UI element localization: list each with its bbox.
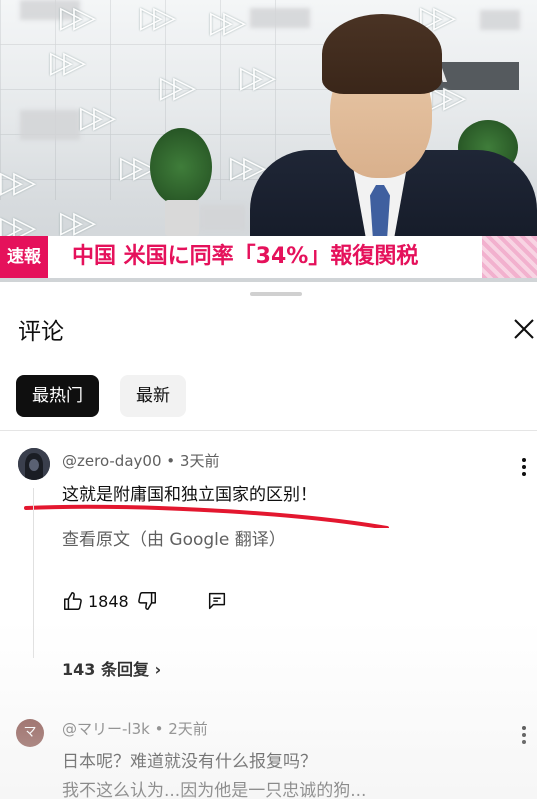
plant [150,128,212,206]
comment-text: 日本呢？难道就没有什么报复吗？ [62,752,317,772]
comment-author[interactable]: @zero-day00 [62,452,162,470]
avatar[interactable]: マ [16,719,44,747]
dislike-button[interactable] [136,590,158,612]
chevron-arrows-icon: ▷▷ [0,165,36,200]
avatar-letter: マ [23,725,37,740]
chevron-arrows-icon: ▷▷ [50,45,86,80]
plant-pot [165,200,199,236]
chevron-arrows-icon: ▷▷ [140,0,176,35]
meta-dot: • [166,452,180,470]
view-replies-button[interactable]: 143 条回复 › [62,656,161,680]
comment-time: 2天前 [168,720,208,738]
chevron-arrows-icon: ▷▷ [160,70,196,105]
chevron-arrows-icon: ▷▷ [240,60,276,95]
video-player[interactable]: DEMA ▷▷ ▷▷ ▷▷ ▷▷ ▷▷ ▷▷ ▷▷ ▷▷ ▷▷ ▷▷ ▷▷ ▷▷… [0,0,537,287]
avatar[interactable] [18,448,50,480]
chevron-arrows-icon: ▷▷ [60,0,96,35]
blurred-area [250,8,310,28]
replies-count: 143 条回复 [62,660,149,679]
chevron-arrows-icon: ▷▷ [60,205,96,240]
comment-author-line: @zero-day00 • 3天前 [62,450,219,471]
breaking-news-tag: 速報 [0,236,48,278]
meta-dot: • [154,720,169,738]
chevron-arrows-icon: ▷▷ [230,150,266,185]
chevron-arrows-icon: ▷▷ [120,150,156,185]
blurred-area [200,205,245,230]
tab-newest[interactable]: 最新 [120,375,186,417]
thumbs-down-icon [138,592,156,610]
chevron-arrows-icon: ▷▷ [210,5,246,40]
more-options-icon[interactable] [522,726,526,747]
tab-top-comments[interactable]: 最热门 [16,375,99,417]
hooded-figure-icon [18,448,50,480]
headline-text: 中国 米国に同率「34%」報復関税 [72,244,419,269]
news-ticker: 速報 中国 米国に同率「34%」報復関税 [0,236,537,278]
drag-handle[interactable] [250,292,302,296]
more-options-icon[interactable] [522,458,526,479]
blurred-area [20,110,80,140]
reply-button[interactable] [206,590,228,612]
thumbs-up-icon [64,592,82,610]
comment-text: 我不这么认为...因为他是一只忠诚的狗... [62,781,367,801]
blurred-area [480,10,520,30]
red-underline-annotation [24,504,389,528]
like-count: 1848 [88,591,129,611]
comment-time: 3天前 [179,452,220,470]
divider [0,430,537,431]
chevron-arrows-icon: ▷▷ [80,100,116,135]
comment-author[interactable]: @マリー-l3k [62,720,150,738]
thread-line [33,488,34,658]
like-button[interactable]: 1848 [62,590,129,612]
presenter-hair [322,14,442,94]
sheet-title: 评论 [18,319,64,345]
comment-reply-icon [208,592,226,610]
chevron-right-icon: › [154,660,162,679]
channel-logo [482,236,537,278]
close-icon[interactable] [510,315,537,343]
comment-author-line: @マリー-l3k • 2天前 [62,718,208,739]
translate-link[interactable]: 查看原文（由 Google 翻译） [62,525,286,550]
